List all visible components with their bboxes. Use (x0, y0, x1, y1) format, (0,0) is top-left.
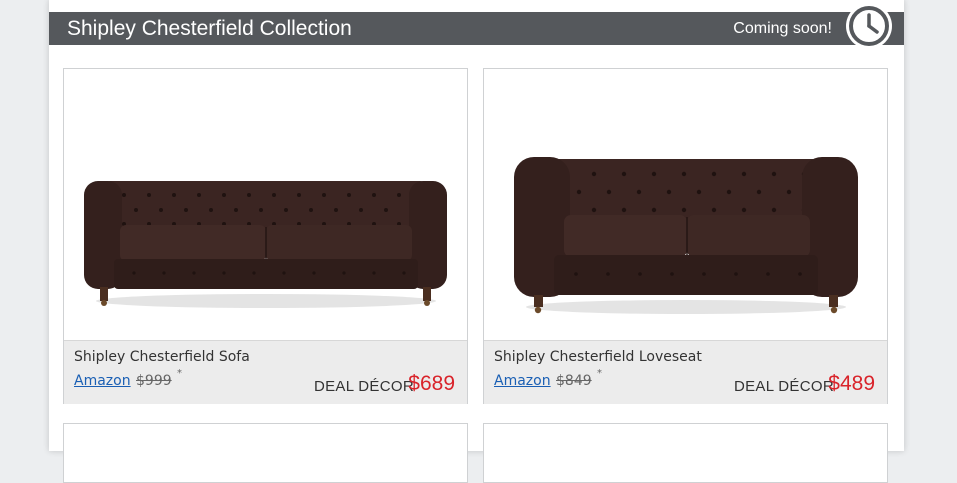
product-name[interactable]: Shipley Chesterfield Loveseat (494, 349, 702, 365)
product-info: Shipley Chesterfield Sofa Amazon $999 * … (64, 340, 467, 404)
collection-title: Shipley Chesterfield Collection (67, 17, 352, 40)
price-footnote-mark: * (597, 368, 602, 379)
product-card-next-right[interactable] (483, 423, 888, 483)
deal-price[interactable]: $489 (828, 372, 875, 396)
original-price: $849 (556, 373, 592, 389)
retailer-link-amazon[interactable]: Amazon (494, 373, 551, 389)
deal-price[interactable]: $689 (408, 372, 455, 396)
collection-header: Shipley Chesterfield Collection Coming s… (49, 12, 904, 45)
original-price: $999 (136, 373, 172, 389)
product-card-loveseat[interactable]: Shipley Chesterfield Loveseat Amazon $84… (483, 68, 888, 404)
chesterfield-loveseat-image[interactable] (484, 69, 887, 339)
chesterfield-sofa-image[interactable] (64, 69, 467, 339)
product-card-sofa[interactable]: Shipley Chesterfield Sofa Amazon $999 * … (63, 68, 468, 404)
deal-decor-logo: DEAL DÉCOR (314, 378, 414, 395)
product-card-next-left[interactable] (63, 423, 468, 483)
clock-icon (846, 3, 892, 49)
retailer-link-amazon[interactable]: Amazon (74, 373, 131, 389)
price-footnote-mark: * (177, 368, 182, 379)
product-info: Shipley Chesterfield Loveseat Amazon $84… (484, 340, 887, 404)
coming-soon-label: Coming soon! (733, 20, 832, 37)
collection-panel: Shipley Chesterfield Collection Coming s… (49, 0, 904, 483)
product-name[interactable]: Shipley Chesterfield Sofa (74, 349, 250, 365)
deal-decor-logo: DEAL DÉCOR (734, 378, 834, 395)
